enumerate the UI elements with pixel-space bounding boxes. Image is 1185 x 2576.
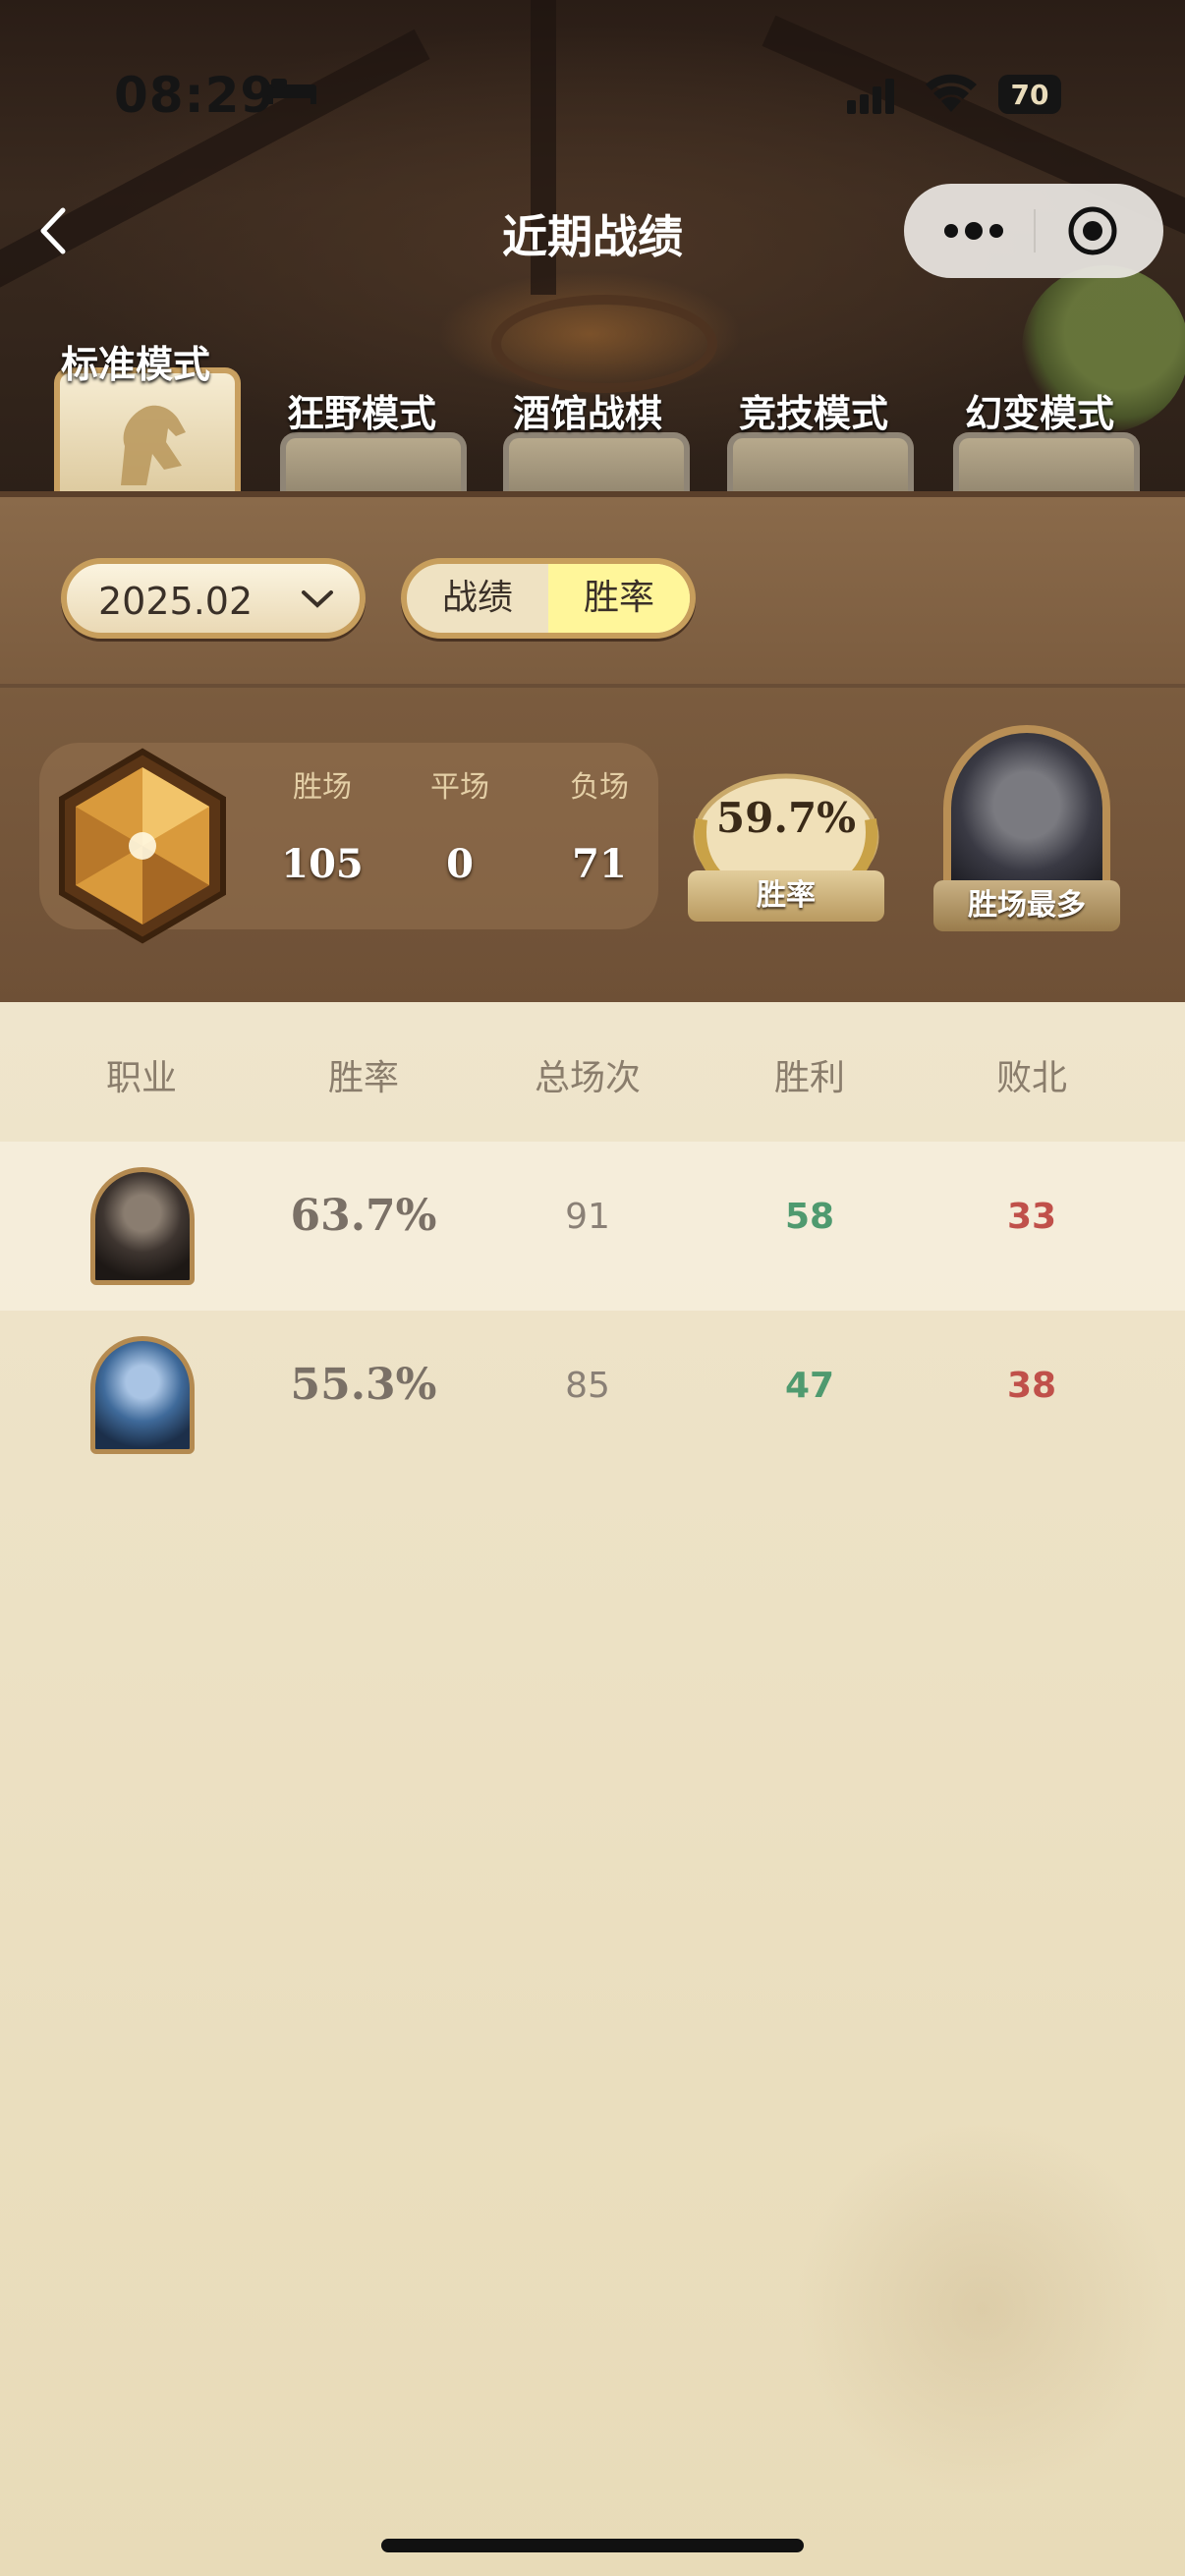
home-indicator[interactable] — [381, 2539, 804, 2552]
tab-standard[interactable]: 标准模式 — [61, 334, 210, 388]
tab-card-twist[interactable] — [953, 432, 1140, 496]
table-row[interactable]: 63.7% 91 58 33 — [0, 1142, 1185, 1311]
date-value: 2025.02 — [98, 580, 254, 623]
header-class: 职业 — [105, 1058, 177, 1098]
mode-tabs: 标准模式 狂野模式 酒馆战棋 竞技模式 幻变模式 — [0, 324, 1185, 496]
row-wins: 47 — [784, 1366, 835, 1406]
row-wins: 58 — [784, 1197, 835, 1237]
table-row[interactable]: 55.3% 85 47 38 — [0, 1311, 1185, 1480]
header-winrate: 胜率 — [327, 1058, 399, 1098]
most-wins-label: 胜场最多 — [933, 880, 1120, 931]
tab-arena[interactable]: 竞技模式 — [739, 383, 888, 437]
win-rate-label: 胜率 — [688, 870, 884, 922]
wins-value: 105 — [281, 841, 364, 887]
sleep-mode-icon — [267, 79, 316, 104]
tab-wild[interactable]: 狂野模式 — [287, 383, 436, 437]
header-losses: 败北 — [995, 1058, 1067, 1098]
cellular-signal-icon — [847, 79, 894, 114]
tavern-header: 08:29 70 近期战绩 标准模式 狂野模式 酒馆战棋 竞技模式 幻变模式 — [0, 0, 1185, 496]
row-total: 91 — [565, 1197, 610, 1237]
draws-label: 平场 — [430, 770, 489, 805]
tab-card-wild[interactable] — [280, 432, 467, 496]
row-losses: 38 — [1006, 1366, 1057, 1406]
battery-level: 70 — [1010, 78, 1049, 111]
miniprogram-capsule — [904, 184, 1163, 278]
losses-label: 负场 — [570, 770, 629, 805]
panel-divider — [0, 684, 1185, 688]
row-total: 85 — [565, 1366, 610, 1406]
stats-panel: 2025.02 战绩 胜率 胜场 平场 负场 105 0 71 59.7% 胜率… — [0, 491, 1185, 1008]
battery-icon: 70 — [998, 75, 1061, 114]
status-time: 08:29 — [114, 67, 276, 124]
class-portrait-dark — [90, 1167, 195, 1285]
tab-battlegrounds[interactable]: 酒馆战棋 — [513, 383, 662, 437]
more-options-icon[interactable] — [939, 213, 1008, 249]
tab-card-battlegrounds[interactable] — [503, 432, 690, 496]
rank-hexagon-icon — [59, 748, 226, 944]
wifi-icon — [926, 74, 977, 112]
draws-value: 0 — [446, 841, 474, 887]
win-rate-value: 59.7% — [715, 794, 857, 842]
toggle-winrate[interactable]: 胜率 — [548, 564, 690, 633]
wins-label: 胜场 — [293, 770, 352, 805]
date-dropdown[interactable]: 2025.02 — [61, 558, 366, 639]
tab-twist[interactable]: 幻变模式 — [965, 383, 1114, 437]
header-total: 总场次 — [534, 1058, 641, 1098]
horse-emblem-icon — [121, 405, 186, 485]
row-losses: 33 — [1006, 1197, 1057, 1237]
close-miniprogram-icon[interactable] — [1067, 205, 1118, 256]
losses-value: 71 — [572, 841, 627, 887]
row-winrate: 63.7% — [290, 1191, 437, 1241]
capsule-divider — [1034, 209, 1036, 252]
class-portrait-blue — [90, 1336, 195, 1454]
tab-card-arena[interactable] — [727, 432, 914, 496]
status-bar: 08:29 70 — [0, 0, 1185, 124]
toggle-record[interactable]: 战绩 — [407, 564, 548, 633]
row-winrate: 55.3% — [290, 1360, 437, 1410]
view-toggle: 战绩 胜率 — [401, 558, 696, 639]
chevron-down-icon — [302, 590, 333, 608]
header-wins: 胜利 — [773, 1058, 845, 1098]
class-stats-table: 职业 胜率 总场次 胜利 败北 63.7% 91 58 33 55.3% 85 … — [0, 1002, 1185, 2576]
